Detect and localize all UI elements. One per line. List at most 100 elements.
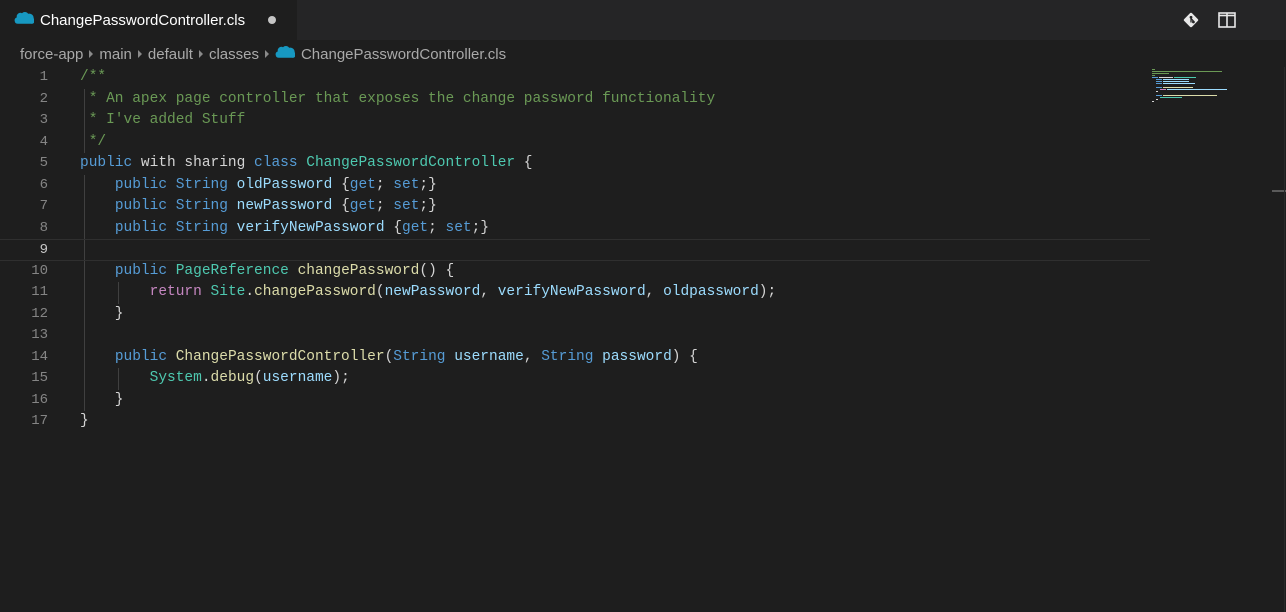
code-line[interactable]: 12 } xyxy=(0,304,1150,326)
code-line[interactable]: 13 xyxy=(0,325,1150,347)
code-line[interactable]: 11 return Site.changePassword(newPasswor… xyxy=(0,282,1150,304)
code-token: newPassword xyxy=(236,198,333,214)
code-token: verifyNewPassword xyxy=(236,219,385,236)
chevron-right-icon xyxy=(132,50,148,58)
line-number: 11 xyxy=(31,284,48,300)
breadcrumb-force-app[interactable]: force-app xyxy=(20,46,83,63)
code-token: * I've added Stuff xyxy=(80,112,246,128)
code-line[interactable]: 15 System.debug(username); xyxy=(0,368,1150,390)
code-line[interactable]: 10 public PageReference changePassword()… xyxy=(0,261,1150,283)
code-line[interactable]: 9 xyxy=(0,239,1150,261)
code-token: ; xyxy=(375,176,394,193)
breadcrumb-main[interactable]: main xyxy=(99,46,132,63)
chevron-right-icon xyxy=(83,50,99,58)
editor-tab-bar: ChangePasswordController.cls xyxy=(0,0,1286,40)
line-number: 2 xyxy=(39,90,48,107)
code-line[interactable]: 3 * I've added Stuff xyxy=(0,110,1150,132)
code-token: set xyxy=(445,219,472,236)
line-number: 1 xyxy=(39,69,48,85)
code-token: ; xyxy=(375,198,394,214)
code-token: */ xyxy=(80,133,107,150)
code-token: ;} xyxy=(419,198,437,214)
code-token: public xyxy=(114,176,168,193)
breadcrumb-classes[interactable]: classes xyxy=(209,46,259,63)
split-editor-icon[interactable] xyxy=(1217,10,1237,30)
minimap[interactable] xyxy=(1150,67,1270,127)
code-editor[interactable]: 1 /** 2 * An apex page controller that exp… xyxy=(0,67,1286,612)
code-line[interactable]: 2 * An apex page controller that exposes… xyxy=(0,89,1150,111)
code-token: newPassword xyxy=(384,284,481,300)
code-token: ); xyxy=(332,370,350,386)
code-token: , xyxy=(523,348,542,365)
line-number: 10 xyxy=(31,262,48,279)
code-text: return Site.changePassword(newPassword, … xyxy=(80,282,777,304)
code-line[interactable]: 7 public String newPassword {get; set;} xyxy=(0,196,1150,218)
code-token: ;} xyxy=(419,176,437,193)
line-number: 6 xyxy=(39,176,48,193)
code-line[interactable]: 1 /** xyxy=(0,67,1150,89)
code-text: System.debug(username); xyxy=(80,368,350,390)
code-token: class xyxy=(254,155,298,171)
line-number: 3 xyxy=(39,112,48,128)
line-number: 13 xyxy=(31,327,48,343)
code-token: public xyxy=(80,155,133,171)
salesforce-cloud-icon xyxy=(14,11,35,30)
source-control-icon[interactable] xyxy=(1181,10,1201,30)
chevron-right-icon xyxy=(259,50,275,58)
code-token: debug xyxy=(210,370,255,386)
code-token: changePassword xyxy=(254,284,376,300)
code-token: get xyxy=(402,219,429,236)
code-text: * An apex page controller that exposes t… xyxy=(80,89,716,111)
code-token: return xyxy=(149,284,202,300)
code-token: } xyxy=(80,413,89,429)
code-line[interactable]: 5 public with sharing class ChangePasswor… xyxy=(0,153,1150,175)
code-line[interactable]: 17} xyxy=(0,411,1150,433)
code-line[interactable]: 8 public String verifyNewPassword {get; … xyxy=(0,218,1150,240)
line-number: 4 xyxy=(39,133,48,150)
code-token: ChangePasswordController xyxy=(175,348,385,365)
code-token: ; xyxy=(428,219,446,236)
breadcrumb-file[interactable]: ChangePasswordController.cls xyxy=(301,46,506,63)
code-text: public String verifyNewPassword {get; se… xyxy=(80,218,489,240)
code-token: ( xyxy=(384,348,394,365)
code-token: } xyxy=(80,305,124,322)
code-text: public PageReference changePassword() { xyxy=(80,261,454,283)
code-token: { xyxy=(515,155,533,171)
code-line[interactable]: 6 public String oldPassword {get; set;} xyxy=(0,175,1150,197)
code-line[interactable]: 16 } xyxy=(0,390,1150,412)
code-line[interactable]: 4 */ xyxy=(0,132,1150,154)
editor-ruler xyxy=(1284,67,1285,612)
code-token: oldpassword xyxy=(663,284,759,300)
line-number: 15 xyxy=(31,370,48,386)
salesforce-cloud-icon xyxy=(275,45,296,63)
line-number: 8 xyxy=(39,219,48,236)
code-token: verifyNewPassword xyxy=(497,284,646,300)
code-token: () { xyxy=(419,262,455,279)
code-token: { xyxy=(384,219,402,236)
line-number: 12 xyxy=(31,305,48,322)
code-token: String xyxy=(393,348,446,365)
code-token: { xyxy=(332,176,350,193)
code-token: ) { xyxy=(671,348,698,365)
breadcrumb-default[interactable]: default xyxy=(148,46,193,63)
code-token: Site xyxy=(210,284,246,300)
code-text: public ChangePasswordController(String u… xyxy=(80,347,698,369)
unsaved-dot-icon[interactable] xyxy=(268,16,276,24)
editor-tab[interactable]: ChangePasswordController.cls xyxy=(0,0,297,40)
code-line[interactable]: 14 public ChangePasswordController(Strin… xyxy=(0,347,1150,369)
code-token: { xyxy=(332,198,350,214)
code-token: with sharing xyxy=(132,155,255,171)
code-text: } xyxy=(80,304,124,326)
code-text: /** xyxy=(80,67,106,89)
